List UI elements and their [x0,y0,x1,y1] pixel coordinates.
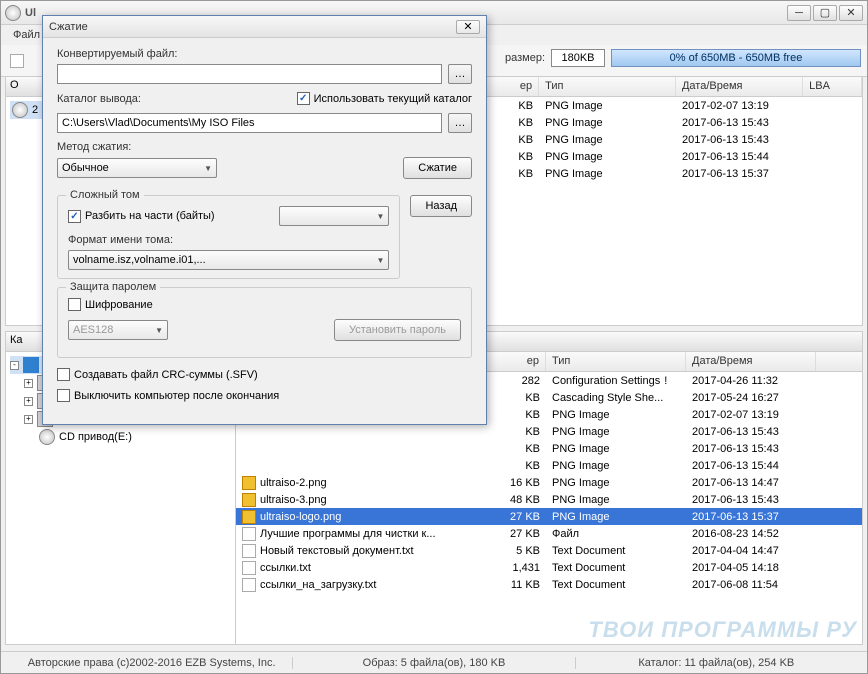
complex-group-title: Сложный том [66,189,144,201]
col-type[interactable]: Тип [539,77,676,96]
file-icon [242,476,256,490]
file-icon [242,493,256,507]
encryption-method-select: AES128 ▼ [68,320,168,340]
close-button[interactable]: ✕ [839,5,863,21]
size-progress: 0% of 650MB - 650MB free [611,49,861,67]
file-icon [242,527,256,541]
file-icon [242,510,256,524]
new-icon [10,54,24,68]
password-group-title: Защита паролем [66,281,160,293]
encrypt-checkbox[interactable]: Шифрование [68,298,153,311]
file-icon [242,561,256,575]
minimize-button[interactable]: ─ [787,5,811,21]
compress-button[interactable]: Сжатие [403,157,472,179]
check-icon: ✓ [299,93,307,104]
convert-input[interactable] [57,64,442,84]
status-catalog: Каталог: 11 файла(ов), 254 KB [576,657,857,669]
compress-dialog: Сжатие ✕ Конвертируемый файл: … Каталог … [42,15,487,425]
crc-checkbox[interactable]: Создавать файл CRC-суммы (.SFV) [57,368,258,381]
size-label: размер: [505,52,545,64]
chevron-down-icon: ▼ [155,326,163,335]
volname-label: Формат имени тома: [68,234,389,246]
table-row[interactable]: Новый текстовый документ.txt5 KBText Doc… [236,542,862,559]
output-input[interactable] [57,113,442,133]
complex-volume-group: Сложный том ✓ Разбить на части (байты) ▼… [57,195,400,279]
chevron-down,icon: ▼ [377,256,385,265]
status-image: Образ: 5 файла(ов), 180 KB [293,657,575,669]
tree-expander[interactable]: - [10,361,19,370]
dialog-title: Сжатие [49,21,456,33]
split-checkbox[interactable]: ✓ Разбить на части (байты) [68,210,215,223]
volname-select[interactable]: volname.isz,volname.i01,... ▼ [68,250,389,270]
convert-browse-button[interactable]: … [448,64,472,84]
method-label: Метод сжатия: [57,141,472,153]
set-password-button: Установить пароль [334,319,461,341]
col-lba[interactable]: LBA [803,77,862,96]
tree-expander[interactable]: + [24,397,33,406]
watermark: ТВОИ ПРОГРАММЫ РУ [588,617,857,643]
tree-item[interactable]: CD привод(E:) [10,428,231,446]
output-browse-button[interactable]: … [448,113,472,133]
app-icon [5,5,21,21]
maximize-button[interactable]: ▢ [813,5,837,21]
size-area: размер: 180KB 0% of 650MB - 650MB free [505,49,861,67]
table-row[interactable]: ссылки_на_загрузку.txt11 KBText Document… [236,576,862,593]
col-type[interactable]: Тип [546,352,686,371]
tree-expander[interactable]: + [24,379,33,388]
table-row[interactable]: KBPNG Image2017-06-13 15:43 [236,423,862,440]
col-date[interactable]: Дата/Время [676,77,803,96]
method-select[interactable]: Обычное ▼ [57,158,217,178]
table-row[interactable]: ultraiso-3.png48 KBPNG Image2017-06-13 1… [236,491,862,508]
new-button[interactable] [5,49,29,73]
table-row[interactable]: KBPNG Image2017-06-13 15:44 [236,457,862,474]
col-date[interactable]: Дата/Время [686,352,816,371]
back-button[interactable]: Назад [410,195,472,217]
table-row[interactable]: ultraiso-2.png16 KBPNG Image2017-06-13 1… [236,474,862,491]
table-row[interactable]: Лучшие программы для чистки к...27 KBФай… [236,525,862,542]
tree-icon [23,357,39,373]
convert-label: Конвертируемый файл: [57,48,472,60]
file-icon [242,544,256,558]
size-value: 180KB [551,49,605,67]
table-row[interactable]: KBPNG Image2017-06-13 15:43 [236,440,862,457]
chevron-down-icon: ▼ [204,164,212,173]
table-row[interactable]: ссылки.txt1,431Text Document2017-04-05 1… [236,559,862,576]
use-current-checkbox[interactable]: ✓ Использовать текущий каталог [297,92,472,105]
tree-expander[interactable]: + [24,415,33,424]
file-icon [242,578,256,592]
shutdown-checkbox[interactable]: Выключить компьютер после окончания [57,389,279,402]
statusbar: Авторские права (c)2002-2016 EZB Systems… [1,651,867,673]
chevron-down-icon: ▼ [377,212,385,221]
tree-icon [39,429,55,445]
password-group: Защита паролем Шифрование AES128 ▼ Устан… [57,287,472,358]
output-label: Каталог вывода: [57,93,141,105]
check-icon: ✓ [70,211,78,222]
dialog-close-button[interactable]: ✕ [456,20,480,34]
dialog-titlebar[interactable]: Сжатие ✕ [43,16,486,38]
split-size-select[interactable]: ▼ [279,206,389,226]
table-row[interactable]: ultraiso-logo.png27 KBPNG Image2017-06-1… [236,508,862,525]
disc-icon [12,102,28,118]
status-copyright: Авторские права (c)2002-2016 EZB Systems… [11,657,293,669]
